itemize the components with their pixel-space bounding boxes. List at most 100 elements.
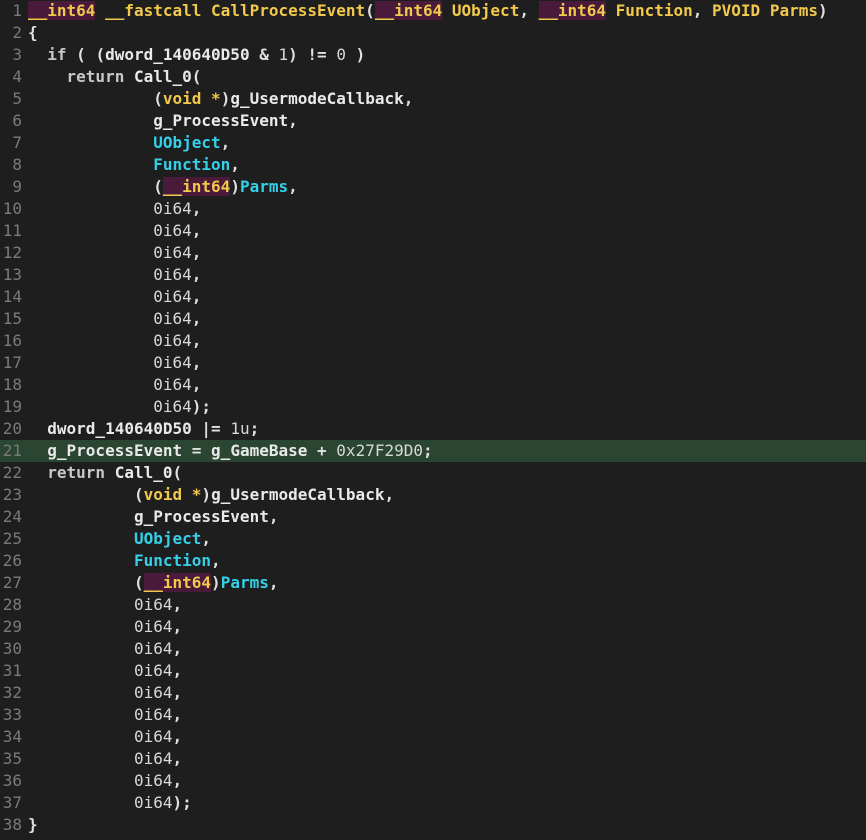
token-op[interactable]: != xyxy=(307,45,326,64)
code-line[interactable]: 38} xyxy=(0,814,866,836)
token-num[interactable]: 0i64 xyxy=(134,617,173,636)
code-text[interactable]: (void *)g_UsermodeCallback, xyxy=(28,88,866,110)
code-text[interactable]: 0i64, xyxy=(28,682,866,704)
code-text[interactable]: 0i64, xyxy=(28,198,866,220)
token-num[interactable]: 0i64 xyxy=(153,331,192,350)
token-op[interactable]: + xyxy=(317,441,327,460)
token-num[interactable]: 0i64 xyxy=(153,287,192,306)
token-param[interactable]: UObject xyxy=(134,529,201,548)
code-text[interactable]: (void *)g_UsermodeCallback, xyxy=(28,484,866,506)
token-op[interactable]: |= xyxy=(201,419,220,438)
token-num[interactable]: 0i64 xyxy=(134,639,173,658)
code-line[interactable]: 8 Function, xyxy=(0,154,866,176)
token-num[interactable]: 0i64 xyxy=(134,727,173,746)
code-text[interactable]: 0i64, xyxy=(28,726,866,748)
token-global[interactable]: Call_0 xyxy=(134,67,192,86)
code-text[interactable]: 0i64, xyxy=(28,770,866,792)
code-text[interactable]: (__int64)Parms, xyxy=(28,572,866,594)
code-line[interactable]: 27 (__int64)Parms, xyxy=(0,572,866,594)
code-text[interactable]: return Call_0( xyxy=(28,462,866,484)
code-line[interactable]: 22 return Call_0( xyxy=(0,462,866,484)
code-line[interactable]: 31 0i64, xyxy=(0,660,866,682)
token-num[interactable]: 1u xyxy=(230,419,249,438)
token-op[interactable]: & xyxy=(259,45,269,64)
token-global[interactable]: g_GameBase xyxy=(211,441,307,460)
code-text[interactable]: 0i64); xyxy=(28,792,866,814)
code-line[interactable]: 29 0i64, xyxy=(0,616,866,638)
code-text[interactable]: g_ProcessEvent, xyxy=(28,506,866,528)
token-hex[interactable]: 0x27F29D0 xyxy=(336,441,423,460)
token-num[interactable]: 0i64 xyxy=(153,221,192,240)
token-var[interactable]: Parms xyxy=(770,1,818,20)
code-line[interactable]: 11 0i64, xyxy=(0,220,866,242)
code-line[interactable]: 6 g_ProcessEvent, xyxy=(0,110,866,132)
token-cc[interactable]: __fastcall xyxy=(105,1,201,20)
code-text[interactable]: 0i64, xyxy=(28,616,866,638)
code-text[interactable]: 0i64, xyxy=(28,638,866,660)
code-line[interactable]: 33 0i64, xyxy=(0,704,866,726)
code-line[interactable]: 16 0i64, xyxy=(0,330,866,352)
code-line[interactable]: 35 0i64, xyxy=(0,748,866,770)
code-text[interactable]: 0i64, xyxy=(28,286,866,308)
code-text[interactable]: 0i64, xyxy=(28,748,866,770)
token-type[interactable]: __int64 xyxy=(28,1,96,20)
code-line[interactable]: 12 0i64, xyxy=(0,242,866,264)
code-line[interactable]: 10 0i64, xyxy=(0,198,866,220)
code-line[interactable]: 30 0i64, xyxy=(0,638,866,660)
code-text[interactable]: 0i64, xyxy=(28,374,866,396)
code-text[interactable]: __int64 __fastcall CallProcessEvent(__in… xyxy=(28,0,866,22)
code-line[interactable]: 32 0i64, xyxy=(0,682,866,704)
code-text[interactable]: g_ProcessEvent = g_GameBase + 0x27F29D0; xyxy=(28,440,866,462)
code-line[interactable]: 5 (void *)g_UsermodeCallback, xyxy=(0,88,866,110)
token-num[interactable]: 0 xyxy=(336,45,346,64)
code-text[interactable]: 0i64, xyxy=(28,352,866,374)
code-text[interactable]: UObject, xyxy=(28,132,866,154)
token-type[interactable]: __int64 xyxy=(143,573,212,592)
code-line[interactable]: 37 0i64); xyxy=(0,792,866,814)
token-num[interactable]: 0i64 xyxy=(134,683,173,702)
token-op[interactable]: = xyxy=(192,441,202,460)
token-param[interactable]: Parms xyxy=(240,177,288,196)
code-line[interactable]: 2{ xyxy=(0,22,866,44)
code-line[interactable]: 19 0i64); xyxy=(0,396,866,418)
code-text[interactable]: 0i64, xyxy=(28,242,866,264)
token-var[interactable]: Function xyxy=(616,1,693,20)
token-num[interactable]: 0i64 xyxy=(153,199,192,218)
code-line[interactable]: 14 0i64, xyxy=(0,286,866,308)
code-line[interactable]: 18 0i64, xyxy=(0,374,866,396)
token-num[interactable]: 0i64 xyxy=(134,661,173,680)
code-line[interactable]: 20 dword_140640D50 |= 1u; xyxy=(0,418,866,440)
token-global[interactable]: dword_140640D50 xyxy=(47,419,192,438)
code-text[interactable]: (__int64)Parms, xyxy=(28,176,866,198)
token-global[interactable]: g_ProcessEvent xyxy=(134,507,269,526)
token-param[interactable]: Function xyxy=(134,551,211,570)
code-text[interactable]: 0i64); xyxy=(28,396,866,418)
token-param[interactable]: Parms xyxy=(221,573,269,592)
code-text[interactable]: g_ProcessEvent, xyxy=(28,110,866,132)
code-text[interactable]: dword_140640D50 |= 1u; xyxy=(28,418,866,440)
token-kw[interactable]: return xyxy=(47,463,105,482)
code-line[interactable]: 28 0i64, xyxy=(0,594,866,616)
code-line[interactable]: 7 UObject, xyxy=(0,132,866,154)
code-line[interactable]: 36 0i64, xyxy=(0,770,866,792)
token-num[interactable]: 0i64 xyxy=(153,243,192,262)
pseudocode-editor[interactable]: 1 __int64 __fastcall CallProcessEvent(__i… xyxy=(0,0,866,840)
code-line[interactable]: 21 g_ProcessEvent = g_GameBase + 0x27F29… xyxy=(0,440,866,462)
code-line[interactable]: 3 if ( (dword_140640D50 & 1) != 0 ) xyxy=(0,44,866,66)
code-text[interactable]: 0i64, xyxy=(28,220,866,242)
token-ptr[interactable]: * xyxy=(192,485,202,504)
token-ptr[interactable]: * xyxy=(211,89,221,108)
token-num[interactable]: 1 xyxy=(279,45,289,64)
token-num[interactable]: 0i64 xyxy=(134,595,173,614)
token-var[interactable]: UObject xyxy=(452,1,519,20)
token-num[interactable]: 0i64 xyxy=(134,705,173,724)
code-line[interactable]: 17 0i64, xyxy=(0,352,866,374)
code-text[interactable]: 0i64, xyxy=(28,308,866,330)
token-global[interactable]: g_ProcessEvent xyxy=(47,441,182,460)
code-line[interactable]: 23 (void *)g_UsermodeCallback, xyxy=(0,484,866,506)
token-fn[interactable]: CallProcessEvent xyxy=(211,1,365,20)
code-line[interactable]: 9 (__int64)Parms, xyxy=(0,176,866,198)
token-global[interactable]: g_ProcessEvent xyxy=(153,111,288,130)
code-text[interactable]: Function, xyxy=(28,550,866,572)
code-text[interactable]: 0i64, xyxy=(28,660,866,682)
